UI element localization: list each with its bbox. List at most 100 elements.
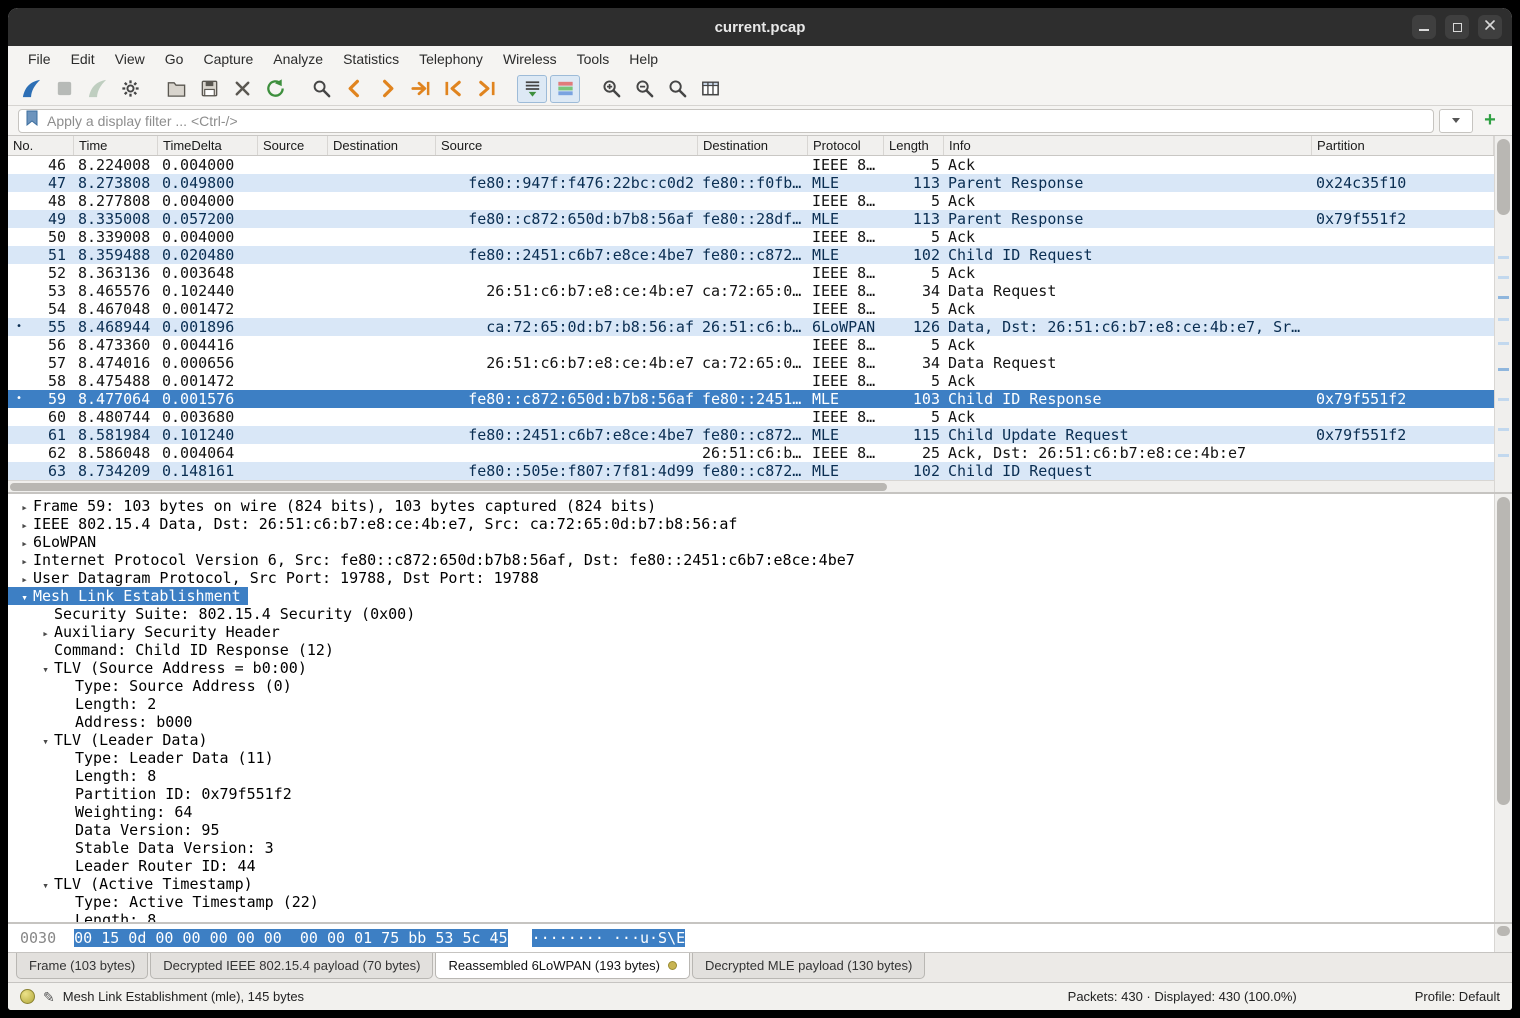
- hex-line[interactable]: 003000 15 0d 00 00 00 00 00 00 00 01 75 …: [8, 924, 1494, 952]
- go-last-button[interactable]: [471, 75, 501, 103]
- menu-statistics[interactable]: Statistics: [333, 46, 409, 72]
- detail-line-19[interactable]: Stable Data Version: 3: [8, 839, 1494, 857]
- column-header-5-destination[interactable]: Destination: [328, 136, 436, 155]
- packet-row-46[interactable]: 468.2240080.004000IEEE 8…5Ack: [8, 156, 1494, 174]
- packet-row-62[interactable]: 628.5860480.00406426:51:c6:b…IEEE 8…25Ac…: [8, 444, 1494, 462]
- expert-info-icon[interactable]: [20, 989, 35, 1004]
- edit-comment-icon[interactable]: ✎: [43, 990, 55, 1004]
- byte-view-tab-2[interactable]: Reassembled 6LoWPAN (193 bytes): [435, 953, 689, 979]
- packet-row-53[interactable]: 538.4655760.10244026:51:c6:b7:e8:ce:4b:e…: [8, 282, 1494, 300]
- column-header-2-time[interactable]: Time: [74, 136, 158, 155]
- column-header-4-source[interactable]: Source: [258, 136, 328, 155]
- packet-row-52[interactable]: 528.3631360.003648IEEE 8…5Ack: [8, 264, 1494, 282]
- column-header-3-timedelta[interactable]: TimeDelta: [158, 136, 258, 155]
- detail-line-1[interactable]: ▸IEEE 802.15.4 Data, Dst: 26:51:c6:b7:e8…: [8, 515, 1494, 533]
- resize-columns-button[interactable]: [695, 75, 725, 103]
- reload-file-button[interactable]: [260, 75, 290, 103]
- menu-tools[interactable]: Tools: [567, 46, 620, 72]
- hex-bytes[interactable]: 00 15 0d 00 00 00 00 00 00 00 01 75 bb 5…: [74, 929, 507, 947]
- packet-row-54[interactable]: 548.4670480.001472IEEE 8…5Ack: [8, 300, 1494, 318]
- packet-row-49[interactable]: 498.3350080.057200fe80::c872:650d:b7b8:5…: [8, 210, 1494, 228]
- detail-line-23[interactable]: Length: 8: [8, 911, 1494, 922]
- detail-line-20[interactable]: Leader Router ID: 44: [8, 857, 1494, 875]
- zoom-out-button[interactable]: [629, 75, 659, 103]
- packet-row-51[interactable]: 518.3594880.020480fe80::2451:c6b7:e8ce:4…: [8, 246, 1494, 264]
- column-header-10-info[interactable]: Info: [944, 136, 1312, 155]
- detail-line-13[interactable]: ▾TLV (Leader Data): [8, 731, 1494, 749]
- add-filter-button[interactable]: +: [1478, 109, 1502, 133]
- hex-scrollbar[interactable]: [1494, 924, 1512, 952]
- detail-line-11[interactable]: Length: 2: [8, 695, 1494, 713]
- detail-scrollbar[interactable]: [1494, 494, 1512, 922]
- open-file-button[interactable]: [161, 75, 191, 103]
- hex-ascii[interactable]: ········ ···u·S\E: [532, 929, 686, 947]
- bookmark-icon[interactable]: [25, 110, 39, 131]
- status-profile[interactable]: Profile: Default: [1415, 989, 1500, 1004]
- detail-line-18[interactable]: Data Version: 95: [8, 821, 1494, 839]
- packet-row-57[interactable]: 578.4740160.00065626:51:c6:b7:e8:ce:4b:e…: [8, 354, 1494, 372]
- start-capture-button[interactable]: [16, 75, 46, 103]
- menu-analyze[interactable]: Analyze: [263, 46, 333, 72]
- packet-row-48[interactable]: 488.2778080.004000IEEE 8…5Ack: [8, 192, 1494, 210]
- scrollbar-thumb[interactable]: [1497, 497, 1510, 805]
- packet-row-55[interactable]: 558.4689440.001896ca:72:65:0d:b7:b8:56:a…: [8, 318, 1494, 336]
- detail-line-22[interactable]: Type: Active Timestamp (22): [8, 893, 1494, 911]
- detail-line-10[interactable]: Type: Source Address (0): [8, 677, 1494, 695]
- capture-options-button[interactable]: [115, 75, 145, 103]
- packet-row-63[interactable]: 638.7342090.148161fe80::505e:f807:7f81:4…: [8, 462, 1494, 480]
- column-header-9-length[interactable]: Length: [884, 136, 944, 155]
- column-header-6-source[interactable]: Source: [436, 136, 698, 155]
- detail-line-3[interactable]: ▸Internet Protocol Version 6, Src: fe80:…: [8, 551, 1494, 569]
- menu-telephony[interactable]: Telephony: [409, 46, 493, 72]
- detail-line-7[interactable]: ▸Auxiliary Security Header: [8, 623, 1494, 641]
- detail-line-16[interactable]: Partition ID: 0x79f551f2: [8, 785, 1494, 803]
- packet-row-61[interactable]: 618.5819840.101240fe80::2451:c6b7:e8ce:4…: [8, 426, 1494, 444]
- minimize-button[interactable]: [1412, 15, 1436, 39]
- packet-row-60[interactable]: 608.4807440.003680IEEE 8…5Ack: [8, 408, 1494, 426]
- auto-scroll-button[interactable]: [517, 75, 547, 103]
- save-file-button[interactable]: [194, 75, 224, 103]
- detail-line-15[interactable]: Length: 8: [8, 767, 1494, 785]
- detail-line-21[interactable]: ▾TLV (Active Timestamp): [8, 875, 1494, 893]
- column-header-8-protocol[interactable]: Protocol: [808, 136, 884, 155]
- packet-row-47[interactable]: 478.2738080.049800fe80::947f:f476:22bc:c…: [8, 174, 1494, 192]
- detail-line-5[interactable]: ▾Mesh Link Establishment: [8, 587, 1494, 605]
- column-header-11-partition[interactable]: Partition: [1312, 136, 1494, 155]
- packet-row-59[interactable]: 598.4770640.001576fe80::c872:650d:b7b8:5…: [8, 390, 1494, 408]
- menu-wireless[interactable]: Wireless: [493, 46, 567, 72]
- detail-line-9[interactable]: ▾TLV (Source Address = b0:00): [8, 659, 1494, 677]
- detail-line-6[interactable]: Security Suite: 802.15.4 Security (0x00): [8, 605, 1494, 623]
- scrollbar-thumb[interactable]: [1497, 139, 1510, 215]
- close-file-button[interactable]: [227, 75, 257, 103]
- menu-go[interactable]: Go: [155, 46, 194, 72]
- packet-row-58[interactable]: 588.4754880.001472IEEE 8…5Ack: [8, 372, 1494, 390]
- column-header-7-destination[interactable]: Destination: [698, 136, 808, 155]
- filter-history-dropdown[interactable]: [1439, 109, 1473, 133]
- go-to-packet-button[interactable]: [405, 75, 435, 103]
- detail-line-8[interactable]: Command: Child ID Response (12): [8, 641, 1494, 659]
- detail-line-17[interactable]: Weighting: 64: [8, 803, 1494, 821]
- byte-view-tab-0[interactable]: Frame (103 bytes): [16, 953, 148, 979]
- find-packet-button[interactable]: [306, 75, 336, 103]
- packet-list-hscrollbar[interactable]: [8, 480, 1494, 492]
- hscrollbar-thumb[interactable]: [10, 483, 887, 491]
- detail-line-4[interactable]: ▸User Datagram Protocol, Src Port: 19788…: [8, 569, 1494, 587]
- detail-line-14[interactable]: Type: Leader Data (11): [8, 749, 1494, 767]
- byte-view-tab-1[interactable]: Decrypted IEEE 802.15.4 payload (70 byte…: [150, 953, 433, 979]
- column-header-1-no[interactable]: No.: [8, 136, 74, 155]
- zoom-in-button[interactable]: [596, 75, 626, 103]
- display-filter-input[interactable]: [45, 112, 1427, 130]
- detail-line-0[interactable]: ▸Frame 59: 103 bytes on wire (824 bits),…: [8, 497, 1494, 515]
- packet-list-scrollbar[interactable]: [1494, 136, 1512, 492]
- menu-file[interactable]: File: [18, 46, 61, 72]
- detail-line-12[interactable]: Address: b000: [8, 713, 1494, 731]
- menu-edit[interactable]: Edit: [61, 46, 105, 72]
- maximize-button[interactable]: [1445, 15, 1469, 39]
- menu-help[interactable]: Help: [619, 46, 668, 72]
- zoom-reset-button[interactable]: [662, 75, 692, 103]
- go-back-button[interactable]: [339, 75, 369, 103]
- packet-row-50[interactable]: 508.3390080.004000IEEE 8…5Ack: [8, 228, 1494, 246]
- restart-capture-button[interactable]: [82, 75, 112, 103]
- go-first-button[interactable]: [438, 75, 468, 103]
- menu-capture[interactable]: Capture: [193, 46, 263, 72]
